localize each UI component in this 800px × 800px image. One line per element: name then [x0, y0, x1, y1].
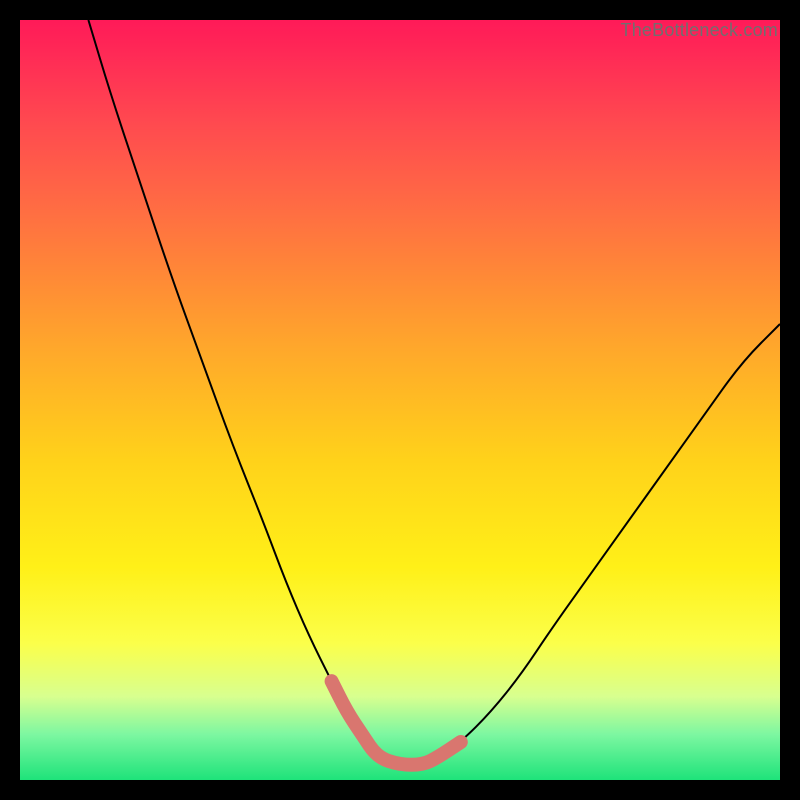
watermark-text: TheBottleneck.com: [621, 20, 778, 41]
highlight-segment: [332, 681, 461, 765]
chart-frame: TheBottleneck.com: [0, 0, 800, 800]
bottleneck-curve: [88, 20, 780, 765]
chart-svg: [20, 20, 780, 780]
